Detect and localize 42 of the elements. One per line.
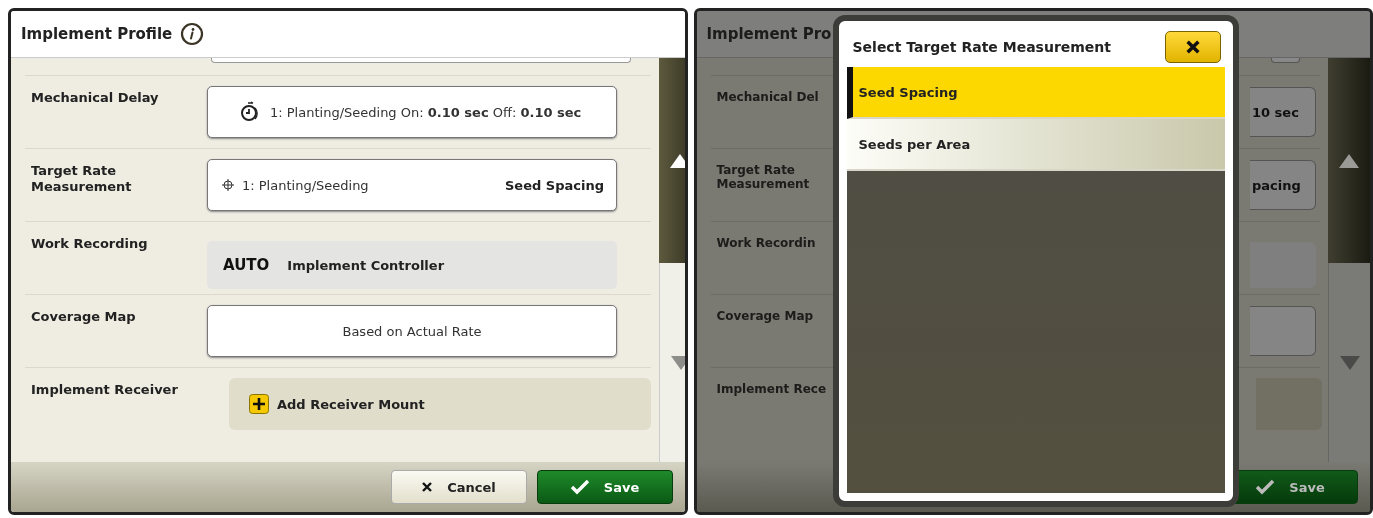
scroll-up-icon[interactable] — [670, 153, 685, 168]
row-label: Coverage Map — [715, 308, 815, 324]
rate-field[interactable]: 1: Planting/Seeding Seed Spacing — [207, 159, 617, 211]
rate-value: Seed Spacing — [505, 177, 604, 193]
auto-label: AUTO — [223, 256, 270, 274]
row-label: Coverage Map — [30, 308, 137, 325]
row-label: Work Recordin — [715, 235, 817, 251]
delay-field[interactable]: 1: Planting/Seeding On: 0.10 sec Off: 0.10 sec — [207, 86, 617, 138]
row-label: Implement Rece — [715, 381, 827, 397]
row-label: Work Recording — [30, 235, 149, 252]
field-text: pacing — [1252, 177, 1301, 193]
close-icon — [1184, 39, 1201, 55]
scroll-up-icon[interactable] — [1339, 153, 1359, 168]
field-text: 10 sec — [1252, 104, 1299, 120]
close-button[interactable] — [1164, 31, 1221, 63]
delay-value: 1: Planting/Seeding On: 0.10 sec Off: 0.10 sec — [270, 104, 582, 120]
add-receiver-button[interactable]: Add Receiver Mount — [249, 394, 425, 414]
crosshair-icon — [222, 179, 234, 191]
save-button[interactable]: Save — [536, 470, 673, 504]
row-label: Mechanical Delay — [30, 89, 160, 106]
option-item[interactable]: Seeds per Area — [846, 119, 1225, 171]
coverage-button[interactable]: Based on Actual Rate — [207, 305, 617, 357]
section-name: 1: Planting/Seeding — [242, 177, 370, 193]
screen-title: Implement Pro — [706, 25, 832, 43]
row-label: Target Rate Measurement — [715, 162, 811, 192]
screen-title: Implement Profile — [21, 25, 173, 43]
controller-text: Implement Controller — [287, 257, 445, 273]
close-icon — [421, 481, 434, 493]
info-icon[interactable] — [180, 22, 205, 46]
option-item[interactable]: Seed Spacing — [846, 67, 1225, 119]
check-icon — [569, 479, 590, 495]
cancel-button[interactable]: Cancel — [390, 470, 527, 504]
plus-icon — [249, 394, 269, 414]
field-edge — [1250, 306, 1316, 356]
scrollbar[interactable] — [1328, 58, 1370, 462]
row-label: Implement Receiver — [30, 381, 179, 398]
scroll-down-icon[interactable] — [670, 355, 685, 370]
dialog-title: Select Target Rate Measurement — [852, 39, 1112, 55]
scroll-thumb[interactable] — [1328, 58, 1370, 263]
row-label: Mechanical Del — [715, 89, 820, 105]
check-icon — [1255, 479, 1276, 495]
row-label: Target Rate Measurement — [30, 162, 133, 195]
